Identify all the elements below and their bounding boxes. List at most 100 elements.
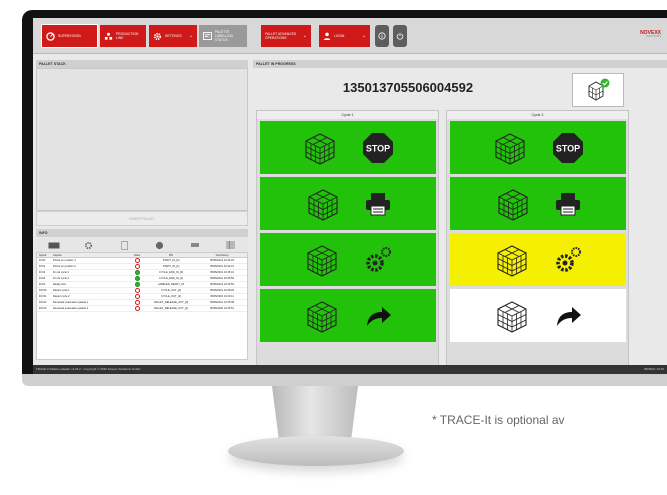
status-off-icon [134, 288, 140, 293]
value-cell [129, 306, 145, 311]
labelling-status-label: PALETTE LABELLING STATUS [215, 30, 234, 42]
status-off-icon [134, 294, 140, 299]
stop-sign-icon: STOP [363, 132, 393, 163]
power-icon [396, 32, 404, 40]
pid-cell: PALLET_RELEASE_OUT_[0] [153, 301, 189, 304]
pid-cell: CYCLE_END_IN_[0] [159, 271, 183, 274]
insert-pallet-button[interactable]: INSERT PALLET [36, 211, 248, 226]
copyright-text: TRACE-It Pallets Labeller v1.03.2 - Copy… [36, 367, 141, 371]
signal-cell: DI:03 [39, 277, 46, 280]
caption-cell: Départ cycle 2 [53, 295, 70, 298]
signal-cell: DO:02 [39, 301, 47, 304]
signal-cell: DO:01 [39, 295, 47, 298]
cycle-1-column: Cycle 1 STOP [256, 110, 439, 367]
novexx-logo: NOVEXX SOLUTIONS [640, 30, 661, 39]
tab-io[interactable] [47, 240, 61, 250]
cycle-2-column: Cycle 2 STOP [446, 110, 629, 367]
login-label: LOGIN [334, 34, 345, 38]
arrow-right-icon [367, 306, 391, 326]
app-screen: SUPERVISION PRODUCTION LINE SETTINGS ⌄ P… [33, 18, 667, 374]
caption-cell: Pointe en position 2 [53, 265, 76, 268]
timestamp-cell: 05/05/2021 10:44:04 [210, 259, 234, 262]
clock-text: 05/05/21 10:46 [643, 367, 664, 371]
caption-cell: Pointe en position 1 [53, 259, 76, 262]
labelling-status-button[interactable]: PALETTE LABELLING STATUS [199, 25, 247, 47]
pallet-boxes-icon [495, 132, 525, 165]
monitor-chin [22, 374, 667, 386]
info-tab-bar [36, 238, 248, 252]
footnote: * TRACE-It is optional av [432, 413, 565, 427]
signal-cell: DO:03 [39, 307, 47, 310]
production-line-label: PRODUCTION LINE [116, 32, 139, 40]
pallet-check-icon [588, 78, 610, 101]
printer-icon [190, 243, 199, 247]
timestamp-cell: 05/05/2021 10:44:11 [210, 295, 234, 298]
supervision-button[interactable]: SUPERVISION [41, 24, 98, 48]
timestamp-cell: 05/05/2021 10:45:31 [210, 271, 234, 274]
tab-dashboard[interactable] [153, 240, 167, 250]
stop-sign-icon: STOP [553, 132, 583, 163]
gear-icon [85, 241, 93, 249]
login-button[interactable]: LOGIN ⌄ [319, 25, 370, 47]
pallet-boxes-icon [307, 244, 337, 277]
chevron-down-icon: ⌄ [302, 33, 307, 39]
dashboard-icon [156, 241, 164, 249]
signal-cell: DI:04 [39, 283, 46, 286]
pallet-boxes-icon [497, 300, 527, 333]
value-cell [129, 264, 145, 269]
value-cell [129, 300, 145, 305]
cycle-step [450, 289, 626, 342]
pallet-boxes-icon [497, 244, 527, 277]
pallet-stack-list [36, 68, 248, 211]
production-line-button[interactable]: PRODUCTION LINE [100, 25, 146, 47]
power-button[interactable] [393, 25, 407, 47]
timestamp-cell: 05/05/2021 10:45:45 [210, 289, 234, 292]
status-off-icon [134, 300, 140, 305]
pallet-boxes-icon [308, 188, 338, 221]
monitor-photo: * TRACE-It is optional av SUPERVISION PR… [0, 0, 667, 495]
barcode-icon [226, 241, 235, 249]
monitor-stand-neck [272, 386, 358, 440]
monitor-stand-base [228, 436, 404, 466]
pid-cell: CYCLE_END_IN_[1] [159, 277, 183, 280]
timestamp-cell: 05/05/2021 10:45:59 [210, 277, 234, 280]
cycle-step [450, 233, 626, 286]
timestamp-cell: 05/05/2021 10:30:59 [210, 283, 234, 286]
pallet-boxes-icon [498, 188, 528, 221]
tab-settings[interactable] [82, 240, 96, 250]
signal-cell: DI:00 [39, 259, 46, 262]
pallet-boxes-icon [307, 300, 337, 333]
info-icon [378, 32, 386, 40]
cycle-step: STOP [450, 121, 626, 174]
status-off-icon [134, 306, 140, 311]
info-button[interactable] [375, 25, 389, 47]
cycle-step [260, 177, 436, 230]
pallet-advanced-operations-button[interactable]: PALLET ADVANCED OPERATIONS ⌄ [261, 25, 311, 47]
cycle-2-title: Cycle 2 [447, 111, 628, 119]
tab-printer[interactable] [188, 240, 202, 250]
pid-cell: CYCLE_OUT_[0] [161, 289, 181, 292]
tab-document[interactable] [117, 240, 131, 250]
boxes-icon [104, 32, 113, 40]
status-on-icon [134, 282, 140, 287]
settings-button[interactable]: SETTINGS ⌄ [149, 25, 197, 47]
cycle-step [450, 177, 626, 230]
printer-icon [366, 192, 390, 215]
gauge-icon [46, 31, 55, 41]
cycle-step: STOP [260, 121, 436, 174]
status-off-icon [134, 258, 140, 263]
value-cell [129, 282, 145, 287]
signal-cell: DI:01 [39, 265, 46, 268]
status-off-icon [134, 264, 140, 269]
label-icon [203, 32, 212, 40]
cycle-step [260, 233, 436, 286]
table-row: DO:03 Demande évacuation palette 2 PALLET_… [37, 306, 247, 312]
timestamp-cell: 05/05/2021 10:45:08 [210, 301, 234, 304]
caption-cell: Demande évacuation palette 1 [53, 301, 89, 304]
pid-cell: LABELER_READY_IN [157, 283, 185, 286]
status-on-icon [134, 276, 140, 281]
pid-cell: CYCLE_OUT_[1] [161, 295, 181, 298]
pid-cell: PALLET_RELEASE_OUT_[1] [153, 307, 189, 310]
tab-barcode[interactable] [223, 240, 237, 250]
caption-cell: Demande évacuation palette 2 [53, 307, 89, 310]
